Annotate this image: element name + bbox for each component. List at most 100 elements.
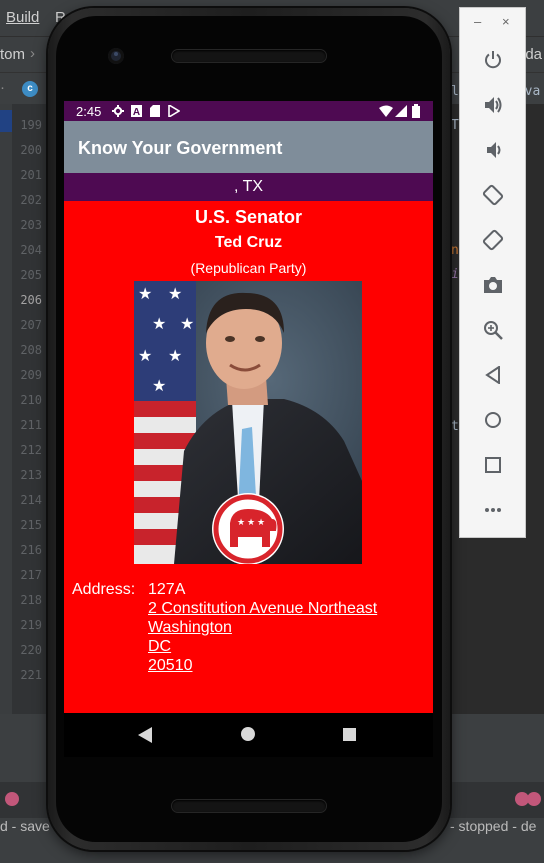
menu-build[interactable]: Build: [6, 9, 39, 26]
app-title: Know Your Government: [78, 138, 283, 158]
official-photo[interactable]: ★ ★ ★ ★ ★ ★ ★ ★ ★ ★: [134, 281, 362, 564]
emu-home-button[interactable]: [460, 402, 525, 438]
line-number: 211: [20, 418, 42, 432]
home-icon: [484, 412, 501, 428]
svg-text:★: ★: [168, 284, 182, 303]
line-number: 205: [20, 268, 42, 282]
breadcrumb[interactable]: tom: [0, 46, 25, 63]
settings-icon: [112, 105, 124, 117]
battery-icon: [412, 104, 420, 118]
line-number: 207: [20, 318, 42, 332]
line-number: 221: [20, 668, 42, 682]
gutter-highlight: [0, 110, 12, 132]
class-file-icon[interactable]: c: [22, 81, 38, 97]
play-store-icon: [168, 105, 180, 117]
rotate-right-icon: [482, 229, 503, 251]
address-link[interactable]: 2 Constitution Avenue Northeast: [148, 600, 377, 618]
rotate-right-button[interactable]: [460, 222, 525, 258]
chevron-right-icon: ›: [30, 45, 35, 62]
volume-up-icon: [484, 97, 501, 113]
volume-up-button[interactable]: [460, 87, 525, 123]
line-number: 201: [20, 168, 42, 182]
svg-text:★: ★: [138, 346, 152, 365]
emulator-toolbar: – ×: [459, 7, 526, 538]
front-camera: [108, 48, 124, 64]
sd-card-icon: [150, 105, 160, 117]
phone-screen[interactable]: 2:45 A Know Your Government , TX U.S. Se…: [64, 101, 433, 713]
power-icon: [484, 51, 501, 69]
line-number: 210: [20, 393, 42, 407]
zoom-button[interactable]: [460, 312, 525, 348]
line-number: 202: [20, 193, 42, 207]
more-button[interactable]: [460, 492, 525, 528]
status-time: 2:45: [76, 104, 102, 119]
more-icon: [484, 508, 501, 512]
wifi-icon: [379, 105, 393, 117]
line-number: 212: [20, 443, 42, 457]
app-bar: Know Your Government: [64, 121, 433, 173]
line-number: 208: [20, 343, 42, 357]
top-speaker: [172, 50, 326, 62]
line-number: 215: [20, 518, 42, 532]
official-name: Ted Cruz: [214, 234, 283, 251]
line-number: 206: [20, 293, 42, 307]
back-icon: [484, 366, 500, 384]
line-number: 209: [20, 368, 42, 382]
home-icon[interactable]: [241, 727, 255, 741]
rotate-left-button[interactable]: [460, 177, 525, 213]
svg-text:★: ★: [138, 284, 152, 303]
svg-text:★: ★: [247, 518, 255, 528]
volume-down-icon: [486, 142, 500, 158]
screenshot-button[interactable]: [460, 267, 525, 303]
emu-overview-button[interactable]: [460, 447, 525, 483]
bottom-speaker: [172, 800, 326, 812]
power-button[interactable]: [460, 42, 525, 78]
line-number: 218: [20, 593, 42, 607]
rotate-left-icon: [482, 184, 503, 206]
portrait-image: ★ ★ ★ ★ ★ ★ ★ ★ ★ ★: [134, 281, 362, 564]
svg-text:★: ★: [168, 346, 182, 365]
overview-icon: [484, 457, 501, 473]
address-label: Address:: [72, 581, 136, 598]
address-link[interactable]: DC: [148, 638, 171, 656]
line-number: 219: [20, 618, 42, 632]
tab-dot: ·: [0, 79, 5, 96]
office-title: U.S. Senator: [194, 207, 303, 227]
line-number: 216: [20, 543, 42, 557]
status-dot: [527, 792, 541, 806]
status-dot: [5, 792, 19, 806]
svg-text:A: A: [133, 107, 140, 117]
zoom-icon: [483, 321, 503, 340]
line-number: 220: [20, 643, 42, 657]
line-number: 200: [20, 143, 42, 157]
volume-down-button[interactable]: [460, 132, 525, 168]
address-line: 127A: [148, 581, 186, 598]
emu-back-button[interactable]: [460, 357, 525, 393]
android-nav-bar: [64, 713, 433, 757]
gutter-strip: [0, 104, 12, 714]
svg-text:★: ★: [180, 314, 194, 333]
minimize-button[interactable]: –: [474, 14, 481, 29]
status-bar: 2:45 A: [64, 101, 433, 121]
line-number: 217: [20, 568, 42, 582]
overview-icon[interactable]: [343, 728, 356, 741]
svg-text:★: ★: [152, 376, 166, 395]
back-icon[interactable]: [138, 727, 152, 743]
close-button[interactable]: ×: [502, 14, 510, 29]
line-number: 203: [20, 218, 42, 232]
camera-icon: [483, 277, 502, 293]
address-link[interactable]: Washington: [148, 619, 232, 637]
line-number: 213: [20, 468, 42, 482]
svg-text:★: ★: [237, 518, 245, 528]
line-number: 199: [20, 118, 42, 132]
signal-icon: [395, 105, 407, 117]
font-a-icon: A: [131, 105, 142, 117]
address-link[interactable]: 20510: [148, 657, 193, 675]
location-bar: , TX: [64, 173, 433, 201]
status-text-left: d - save: [0, 818, 50, 834]
status-text-right: - stopped - de: [450, 818, 537, 834]
party-label: (Republican Party): [190, 260, 307, 276]
line-number: 214: [20, 493, 42, 507]
line-number: 204: [20, 243, 42, 257]
svg-text:★: ★: [152, 314, 166, 333]
